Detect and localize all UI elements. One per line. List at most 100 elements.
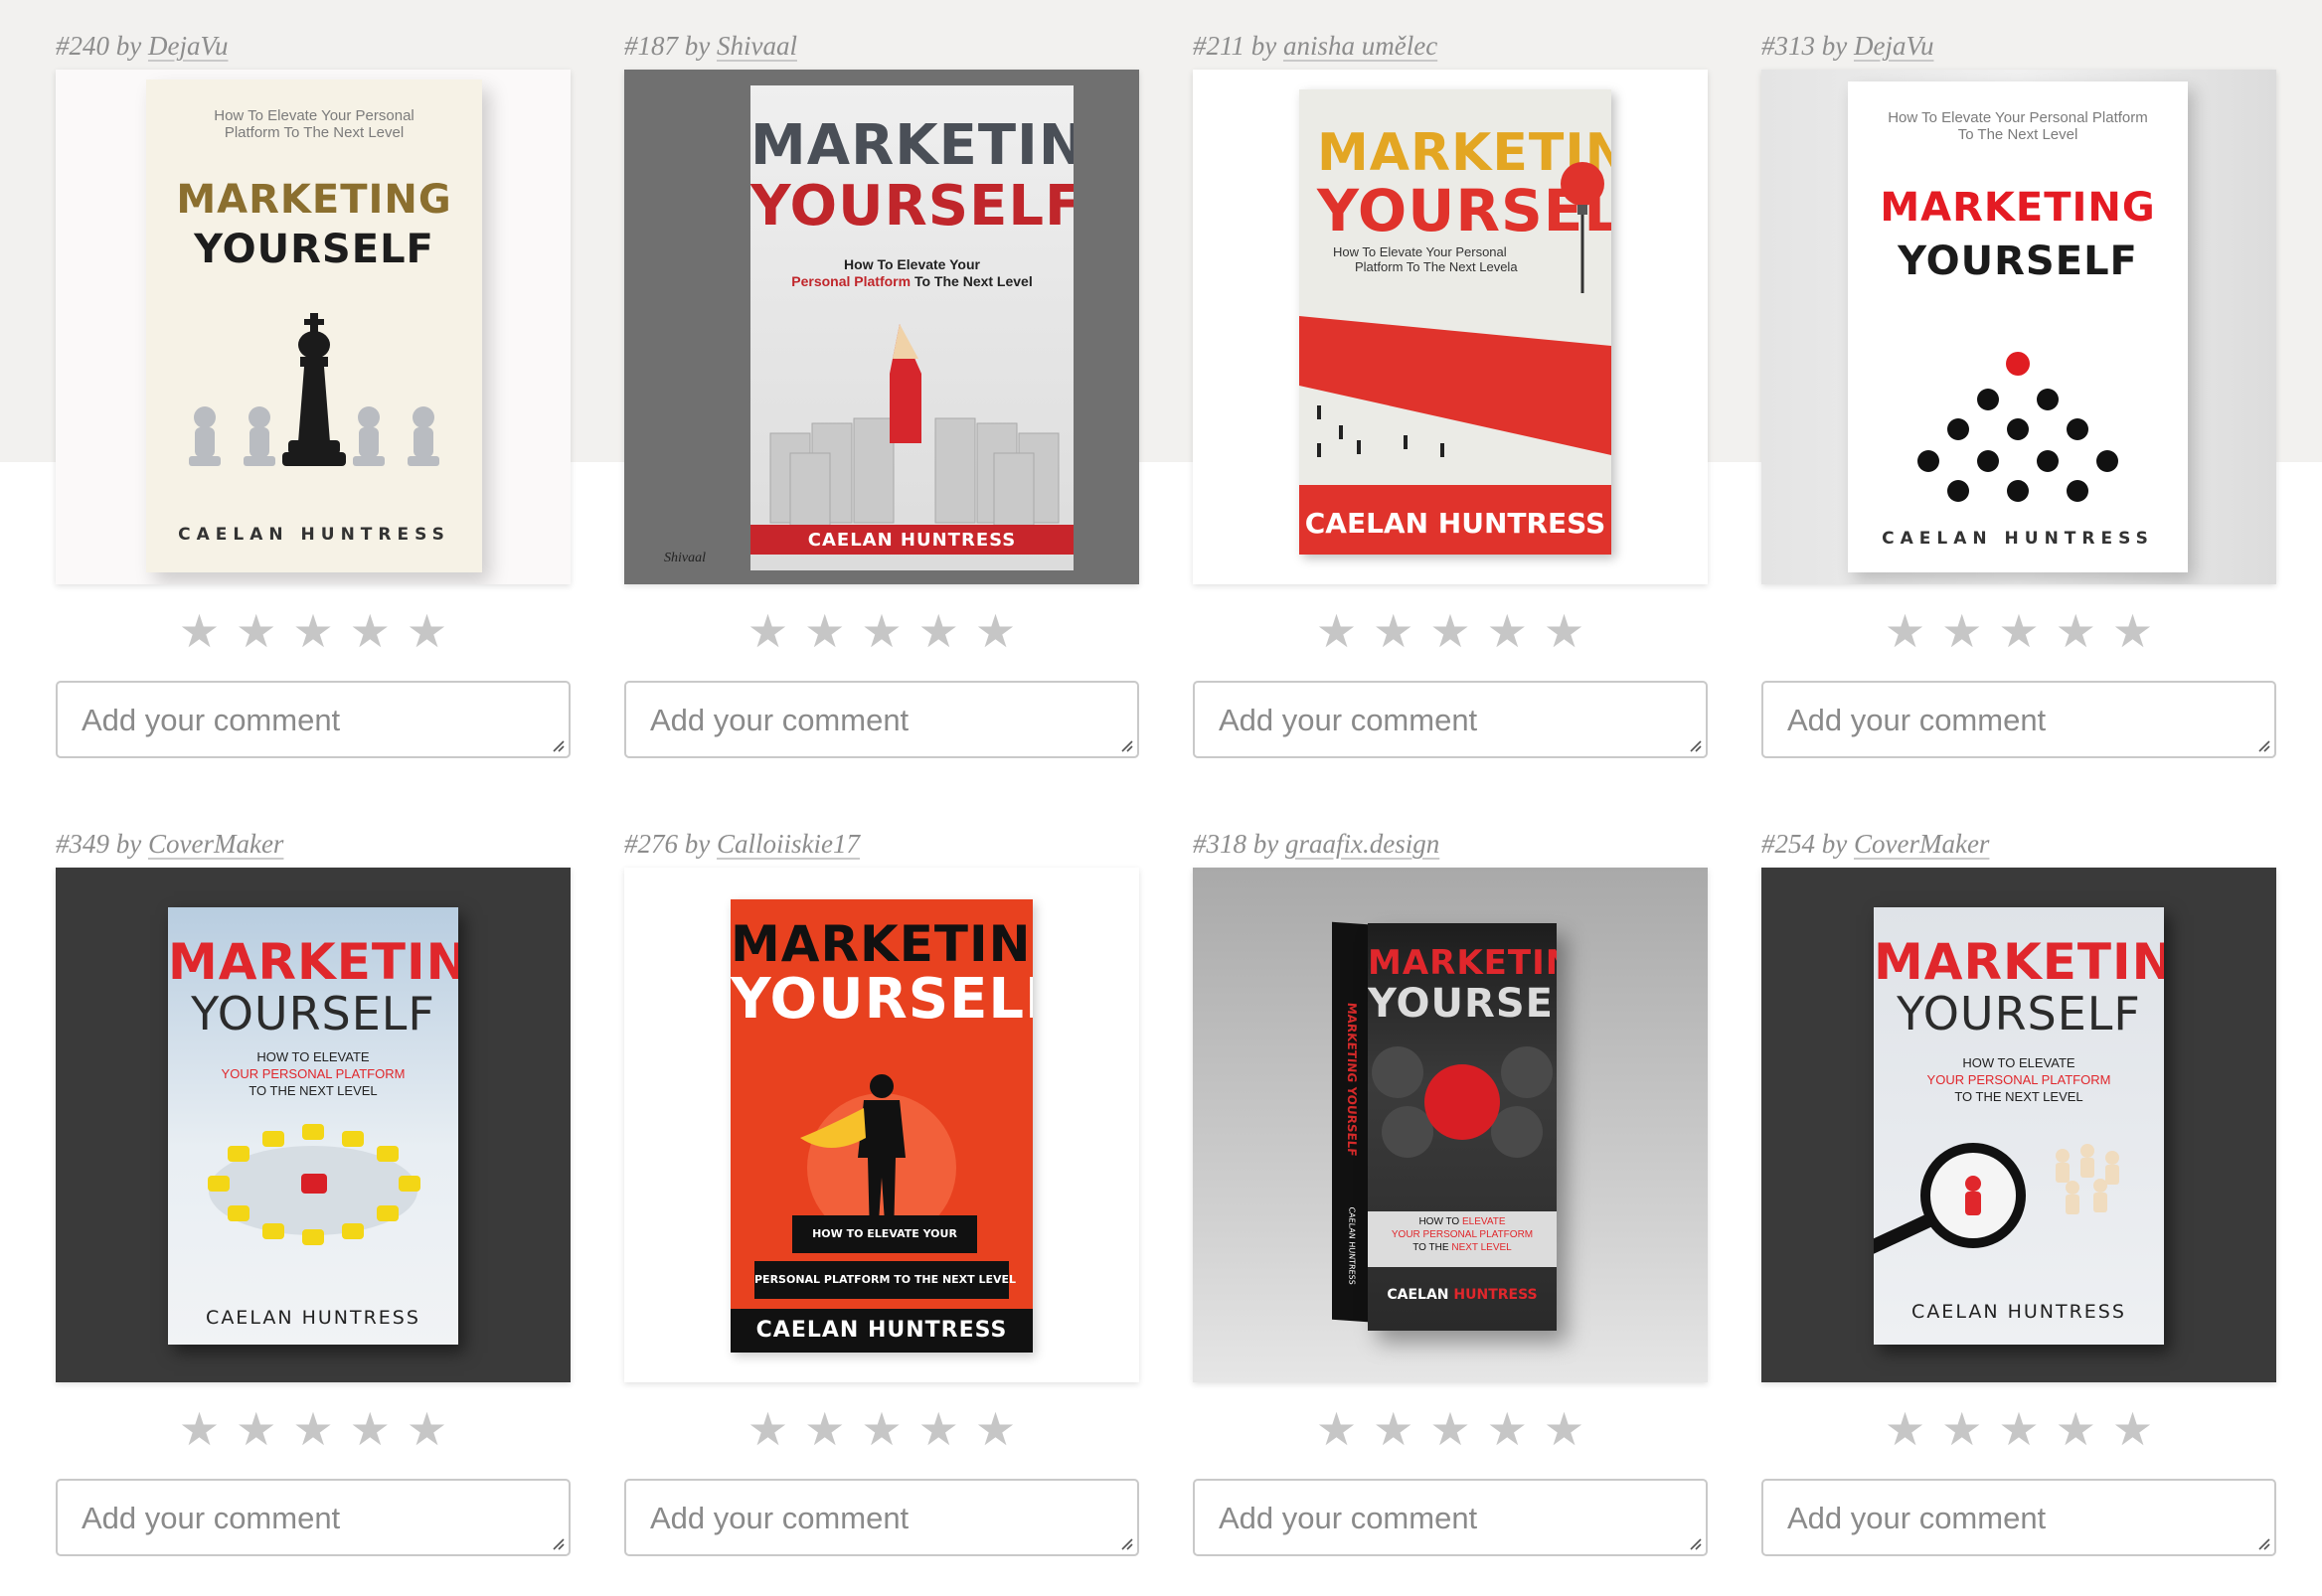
cover-title-line-2: YOURSELF [1898,239,2138,284]
cover-title-line-1: MARKETING [750,113,1074,178]
entry-number: #211 [1193,31,1244,61]
star-rating: ★ ★ ★ ★ ★ [56,601,571,661]
resize-handle-icon[interactable] [1119,738,1133,752]
star-rating: ★ ★ ★ ★ ★ [1761,1399,2276,1459]
star-icon[interactable]: ★ [179,1406,220,1452]
entry-card: #211 by anisha umělec MARKETING YOURSELF… [1193,28,1708,798]
resize-handle-icon[interactable] [1119,1536,1133,1550]
cover-thumbnail[interactable]: MARKETING YOURSELF HOW TO ELEVATE YOUR P… [1761,868,2276,1382]
star-icon[interactable]: ★ [1941,608,1982,654]
star-icon[interactable]: ★ [918,1406,959,1452]
cover-thumbnail[interactable]: MARKETING YOURSELF How To Elevate Your P… [1193,70,1708,584]
star-icon[interactable]: ★ [2056,608,2096,654]
cover-subtitle-highlight: Personal Platform [791,273,912,289]
comment-input[interactable] [58,683,569,756]
comment-input[interactable] [1763,1481,2274,1554]
cover-author: CAELAN HUNTRESS [178,525,450,545]
resize-handle-icon[interactable] [2256,1536,2270,1550]
star-rating: ★ ★ ★ ★ ★ [624,1399,1139,1459]
star-icon[interactable]: ★ [1885,1406,1925,1452]
star-icon[interactable]: ★ [1998,1406,2039,1452]
cover-subtitle-line-2: YOUR PERSONAL PLATFORM [1926,1072,2111,1087]
star-icon[interactable]: ★ [1941,1406,1982,1452]
star-icon[interactable]: ★ [236,608,276,654]
entry-credit: #276 by Calloiiskie17 [624,826,1139,868]
designer-link[interactable]: anisha umělec [1283,31,1437,61]
star-icon[interactable]: ★ [350,608,391,654]
cover-subtitle-line-3: TO THE NEXT LEVEL [1368,1241,1557,1254]
resize-handle-icon[interactable] [1688,1536,1702,1550]
star-icon[interactable]: ★ [1316,1406,1357,1452]
star-icon[interactable]: ★ [918,608,959,654]
star-icon[interactable]: ★ [1885,608,1925,654]
entry-credit: #318 by graafix.design [1193,826,1708,868]
star-icon[interactable]: ★ [1998,608,2039,654]
star-icon[interactable]: ★ [2056,1406,2096,1452]
star-icon[interactable]: ★ [1487,608,1528,654]
star-icon[interactable]: ★ [1429,1406,1470,1452]
star-icon[interactable]: ★ [2112,1406,2153,1452]
entry-number: #240 [56,31,109,61]
star-icon[interactable]: ★ [1316,608,1357,654]
cover-thumbnail[interactable]: MARKETING YOURSELF CAELAN HUNTRESS MARKE… [1193,868,1708,1382]
cover-thumbnail[interactable]: MARKETING YOURSELF How To Elevate Your P… [624,70,1139,584]
star-icon[interactable]: ★ [179,608,220,654]
designer-link[interactable]: graafix.design [1285,829,1439,859]
star-icon[interactable]: ★ [1373,608,1413,654]
resize-handle-icon[interactable] [551,738,565,752]
designer-link[interactable]: DejaVu [148,31,228,61]
star-icon[interactable]: ★ [804,1406,845,1452]
comment-input[interactable] [626,1481,1137,1554]
star-icon[interactable]: ★ [407,608,447,654]
star-icon[interactable]: ★ [1544,608,1584,654]
red-umbrella-illustration [1372,1046,1553,1158]
resize-handle-icon[interactable] [2256,738,2270,752]
star-icon[interactable]: ★ [747,1406,788,1452]
star-icon[interactable]: ★ [1373,1406,1413,1452]
star-icon[interactable]: ★ [236,1406,276,1452]
cover-subtitle: How To Elevate Your Personal Platform To… [1888,109,2148,143]
star-icon[interactable]: ★ [407,1406,447,1452]
star-icon[interactable]: ★ [861,608,902,654]
star-icon[interactable]: ★ [804,608,845,654]
star-rating: ★ ★ ★ ★ ★ [56,1399,571,1459]
resize-handle-icon[interactable] [551,1536,565,1550]
designer-link[interactable]: CoverMaker [1854,829,1989,859]
cover-subtitle-line-3: TO THE NEXT LEVEL [1954,1089,2083,1104]
star-icon[interactable]: ★ [1429,608,1470,654]
resize-handle-icon[interactable] [1688,738,1702,752]
comment-input[interactable] [1195,1481,1706,1554]
by-label: by [115,829,142,859]
comment-input[interactable] [1195,683,1706,756]
designer-link[interactable]: Shivaal [717,31,797,61]
by-label: by [684,829,711,859]
designer-link[interactable]: Calloiiskie17 [717,829,860,859]
cover-author-first: CAELAN [1387,1287,1449,1303]
star-icon[interactable]: ★ [747,608,788,654]
star-icon[interactable]: ★ [975,608,1016,654]
cover-thumbnail[interactable]: How To Elevate Your Personal Platform To… [1761,70,2276,584]
cover-thumbnail[interactable]: MARKETING YOURSELF HOW TO ELEVATE YOUR P… [624,868,1139,1382]
star-icon[interactable]: ★ [861,1406,902,1452]
cover-title-line-2: YOURSELF [194,227,434,272]
star-icon[interactable]: ★ [2112,608,2153,654]
star-icon[interactable]: ★ [1544,1406,1584,1452]
designer-link[interactable]: CoverMaker [148,829,283,859]
cover-title-line-2: YOURSELF [1897,987,2141,1040]
cover-author: CAELAN HUNTRESS [206,1307,420,1329]
star-icon[interactable]: ★ [292,608,333,654]
entry-credit: #254 by CoverMaker [1761,826,2276,868]
cover-thumbnail[interactable]: MARKETING YOURSELF HOW TO ELEVATE YOUR P… [56,868,571,1382]
comment-input[interactable] [626,683,1137,756]
star-icon[interactable]: ★ [292,1406,333,1452]
star-icon[interactable]: ★ [1487,1406,1528,1452]
cover-thumbnail[interactable]: How To Elevate Your Personal Platform To… [56,70,571,584]
cover-subtitle-3a: TO THE [1412,1242,1449,1253]
star-icon[interactable]: ★ [350,1406,391,1452]
designer-link[interactable]: DejaVu [1854,31,1933,61]
cover-author: CAELAN HUNTRESS [1911,1301,2126,1323]
comment-input[interactable] [58,1481,569,1554]
comment-input[interactable] [1763,683,2274,756]
star-icon[interactable]: ★ [975,1406,1016,1452]
comment-field [1193,681,1708,758]
